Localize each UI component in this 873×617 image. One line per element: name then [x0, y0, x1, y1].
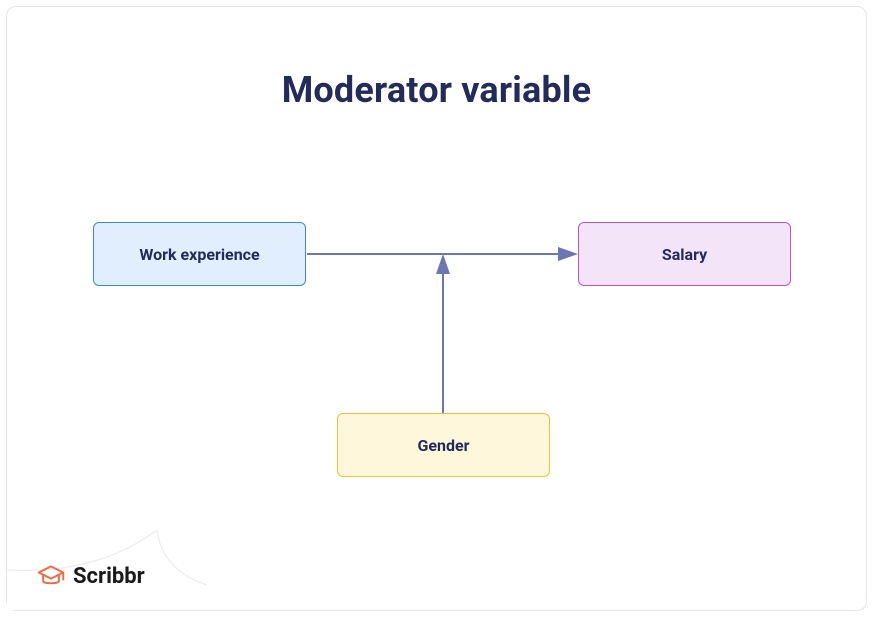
arrow-head-main: [558, 247, 578, 261]
diagram-title: Moderator variable: [7, 69, 866, 111]
diagram-frame: Moderator variable Work experience Salar…: [6, 6, 867, 611]
node-moderator-variable: Gender: [337, 413, 550, 477]
node-label: Salary: [662, 245, 707, 264]
brand-area: Scribbr: [7, 510, 227, 610]
node-dependent-variable: Salary: [578, 222, 791, 286]
node-label: Work experience: [139, 245, 259, 264]
graduation-cap-icon: [37, 562, 65, 590]
arrow-head-moderator: [436, 254, 450, 274]
brand-logo: Scribbr: [37, 562, 145, 590]
brand-name: Scribbr: [73, 564, 145, 589]
node-independent-variable: Work experience: [93, 222, 306, 286]
node-label: Gender: [417, 436, 469, 455]
